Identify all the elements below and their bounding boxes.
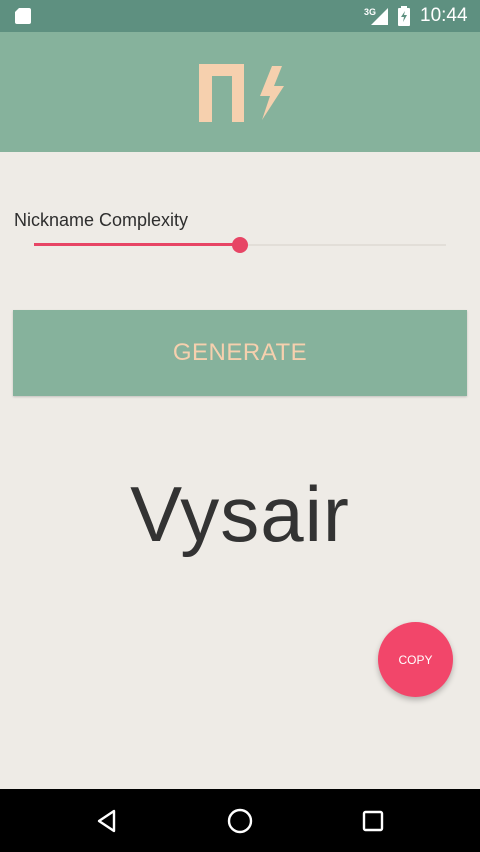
app-logo-icon (199, 64, 284, 122)
status-clock: 10:44 (420, 5, 468, 26)
back-icon (97, 809, 116, 832)
network-type-text: 3G (364, 7, 376, 17)
battery-icon (398, 6, 410, 26)
status-bar: 3G 10:44 (0, 0, 480, 32)
recents-button[interactable] (325, 789, 421, 852)
generated-nickname: Vysair (130, 470, 350, 558)
copy-button[interactable]: COPY (378, 622, 453, 697)
sd-card-icon (15, 8, 31, 24)
navigation-bar (0, 789, 480, 852)
complexity-label: Nickname Complexity (14, 210, 189, 230)
app-bar (0, 32, 480, 152)
recents-icon (362, 810, 384, 831)
slider-fill (34, 243, 240, 246)
signal-icon: 3G (364, 7, 388, 25)
slider-thumb[interactable] (232, 237, 248, 253)
generate-button[interactable]: GENERATE (13, 310, 467, 396)
copy-button-label: COPY (398, 652, 433, 667)
home-button[interactable] (192, 789, 288, 852)
home-icon (227, 808, 253, 833)
complexity-slider[interactable] (34, 236, 446, 254)
back-button[interactable] (59, 789, 155, 852)
